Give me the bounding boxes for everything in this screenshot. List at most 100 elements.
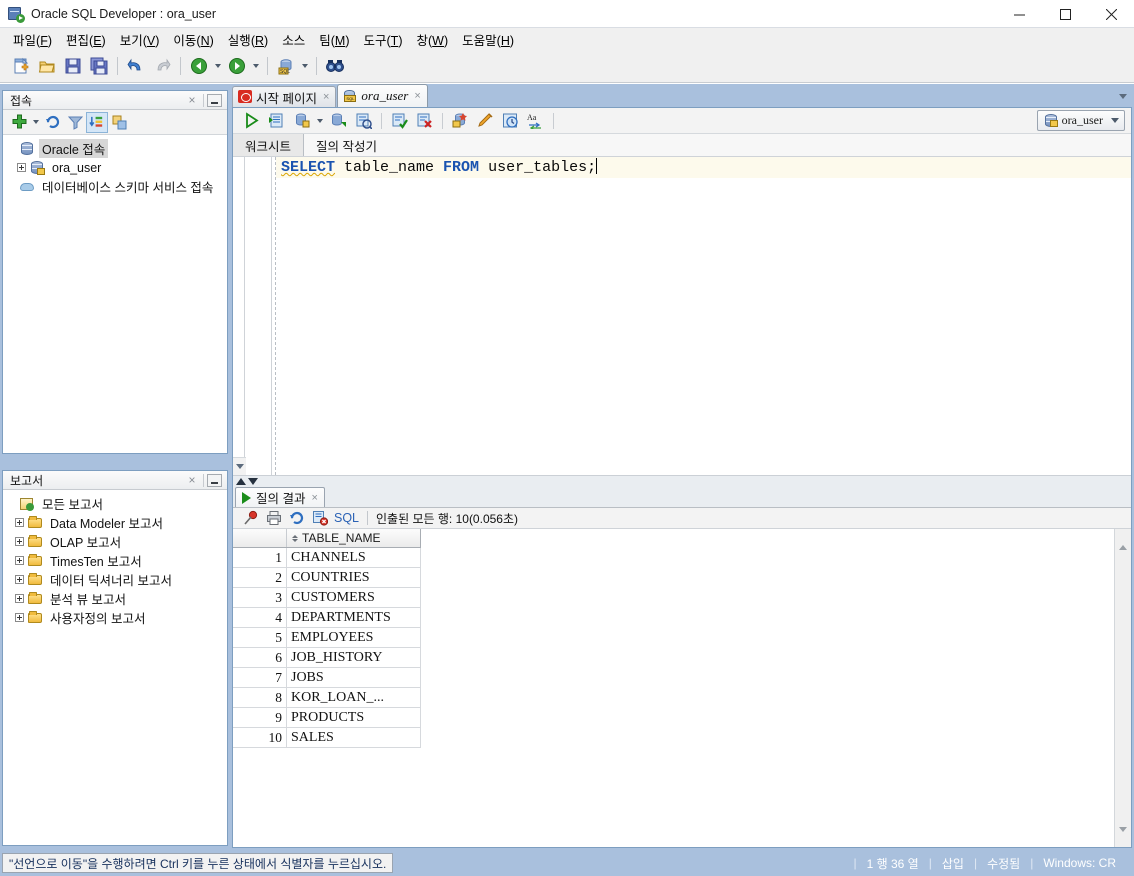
maximize-button[interactable] [1042, 0, 1088, 28]
print-icon[interactable] [262, 508, 285, 528]
menu-navigate[interactable]: 이동(N) [166, 28, 220, 51]
tree-node-analytic-view-reports[interactable]: 분석 뷰 보고서 [7, 589, 227, 608]
editor-line-gutter[interactable] [246, 157, 272, 475]
open-file-icon[interactable] [34, 54, 60, 78]
expand-icon[interactable] [15, 575, 24, 584]
results-sql-label[interactable]: SQL [334, 511, 359, 525]
cell-table-name[interactable]: JOBS [287, 668, 421, 687]
tree-node-timesten-reports[interactable]: TimesTen 보고서 [7, 551, 227, 570]
scroll-down-button[interactable] [1115, 830, 1131, 847]
close-button[interactable] [1088, 0, 1134, 28]
splitter-up-arrow-icon[interactable] [236, 477, 246, 485]
menu-tools[interactable]: 도구(T) [356, 28, 409, 51]
expand-icon[interactable] [17, 163, 26, 172]
run-statement-icon[interactable] [239, 110, 264, 132]
table-row[interactable]: 1 CHANNELS [233, 548, 421, 568]
table-row[interactable]: 7 JOBS [233, 668, 421, 688]
sql-worksheet-icon[interactable]: SQL [273, 54, 299, 78]
save-all-icon[interactable] [86, 54, 112, 78]
navigate-forward-caret-icon[interactable] [250, 55, 262, 77]
cell-table-name[interactable]: COUNTRIES [287, 568, 421, 587]
format-icon[interactable]: Aa [523, 110, 548, 132]
refresh-icon[interactable] [42, 112, 64, 133]
table-row[interactable]: 2 COUNTRIES [233, 568, 421, 588]
undo-icon[interactable] [123, 54, 149, 78]
editor-breakpoint-gutter[interactable] [233, 157, 245, 475]
sql-history-icon[interactable] [351, 110, 376, 132]
menu-help[interactable]: 도움말(H) [455, 28, 521, 51]
cell-table-name[interactable]: DEPARTMENTS [287, 608, 421, 627]
menu-view[interactable]: 보기(V) [113, 28, 167, 51]
cell-table-name[interactable]: EMPLOYEES [287, 628, 421, 647]
cell-table-name[interactable]: CHANNELS [287, 548, 421, 567]
minimize-icon[interactable] [207, 473, 222, 487]
run-script-icon[interactable] [264, 110, 289, 132]
cell-table-name[interactable]: KOR_LOAN_... [287, 688, 421, 707]
cell-table-name[interactable]: SALES [287, 728, 421, 747]
navigate-forward-icon[interactable] [224, 54, 250, 78]
table-row[interactable]: 9 PRODUCTS [233, 708, 421, 728]
menu-source[interactable]: 소스 [275, 28, 312, 51]
expand-icon[interactable] [15, 537, 24, 546]
sql-code-line[interactable]: SELECT table_name FROM user_tables; [276, 157, 1131, 178]
minimize-icon[interactable] [207, 93, 222, 107]
commit-icon[interactable] [387, 110, 412, 132]
expand-icon[interactable] [15, 594, 24, 603]
editor-scroll-down-button[interactable] [233, 457, 246, 475]
navigate-back-icon[interactable] [186, 54, 212, 78]
tree-node-data-dictionary-reports[interactable]: 데이터 딕셔너리 보고서 [7, 570, 227, 589]
save-icon[interactable] [60, 54, 86, 78]
new-connection-icon[interactable] [8, 112, 30, 133]
expand-icon[interactable] [15, 518, 24, 527]
tab-start-page[interactable]: 시작 페이지 × [232, 86, 337, 107]
menu-run[interactable]: 실행(R) [221, 28, 275, 51]
rollback-icon[interactable] [412, 110, 437, 132]
table-row[interactable]: 5 EMPLOYEES [233, 628, 421, 648]
collapse-all-icon[interactable] [108, 112, 130, 133]
tree-node-all-reports[interactable]: 모든 보고서 [7, 494, 227, 513]
results-grid[interactable]: TABLE_NAME 1 CHANNELS 2 COUNTRIES 3 CUST… [233, 529, 1131, 847]
redo-icon[interactable] [149, 54, 175, 78]
autotrace-icon[interactable] [326, 110, 351, 132]
menu-file[interactable]: 파일(F) [6, 28, 59, 51]
chevron-down-icon[interactable] [1114, 86, 1132, 107]
cell-table-name[interactable]: JOB_HISTORY [287, 648, 421, 667]
close-icon[interactable]: × [184, 93, 200, 107]
subtab-worksheet[interactable]: 워크시트 [233, 134, 305, 156]
table-row[interactable]: 10 SALES [233, 728, 421, 748]
menu-window[interactable]: 창(W) [409, 28, 455, 51]
explain-plan-caret-icon[interactable] [314, 110, 326, 132]
sql-editor[interactable]: SELECT table_name FROM user_tables; [233, 157, 1131, 475]
navigate-back-caret-icon[interactable] [212, 55, 224, 77]
cell-table-name[interactable]: CUSTOMERS [287, 588, 421, 607]
close-icon[interactable]: × [184, 473, 200, 487]
expand-icon[interactable] [15, 556, 24, 565]
refresh-icon[interactable] [285, 508, 308, 528]
tab-close-icon[interactable]: × [311, 492, 317, 504]
compile-icon[interactable] [448, 110, 473, 132]
table-row[interactable]: 3 CUSTOMERS [233, 588, 421, 608]
find-icon[interactable] [322, 54, 348, 78]
filter-icon[interactable] [64, 112, 86, 133]
tree-node-ora-user[interactable]: ora_user [7, 158, 227, 177]
tab-close-icon[interactable]: × [414, 90, 420, 102]
table-row[interactable]: 8 KOR_LOAN_... [233, 688, 421, 708]
grid-column-header-table-name[interactable]: TABLE_NAME [287, 529, 421, 547]
menu-edit[interactable]: 편집(E) [59, 28, 113, 51]
splitter-down-arrow-icon[interactable] [248, 477, 258, 485]
tab-ora-user-worksheet[interactable]: ora_user × [337, 84, 428, 107]
menu-team[interactable]: 팀(M) [312, 28, 356, 51]
clear-icon[interactable] [473, 110, 498, 132]
new-file-icon[interactable] [8, 54, 34, 78]
sort-icon[interactable] [86, 111, 108, 133]
subtab-query-builder[interactable]: 질의 작성기 [304, 134, 389, 156]
results-vertical-scrollbar[interactable] [1114, 529, 1131, 847]
tree-node-oracle-connections[interactable]: Oracle 접속 [7, 139, 227, 158]
editor-results-splitter[interactable] [233, 475, 1131, 486]
tree-node-user-defined-reports[interactable]: 사용자정의 보고서 [7, 608, 227, 627]
tree-node-cloud-connections[interactable]: 데이터베이스 스키마 서비스 접속 [7, 177, 227, 196]
explain-plan-icon[interactable] [289, 110, 314, 132]
tab-query-result[interactable]: 질의 결과 × [235, 487, 325, 507]
sql-worksheet-caret-icon[interactable] [299, 55, 311, 77]
chevron-down-icon[interactable] [1111, 118, 1119, 123]
